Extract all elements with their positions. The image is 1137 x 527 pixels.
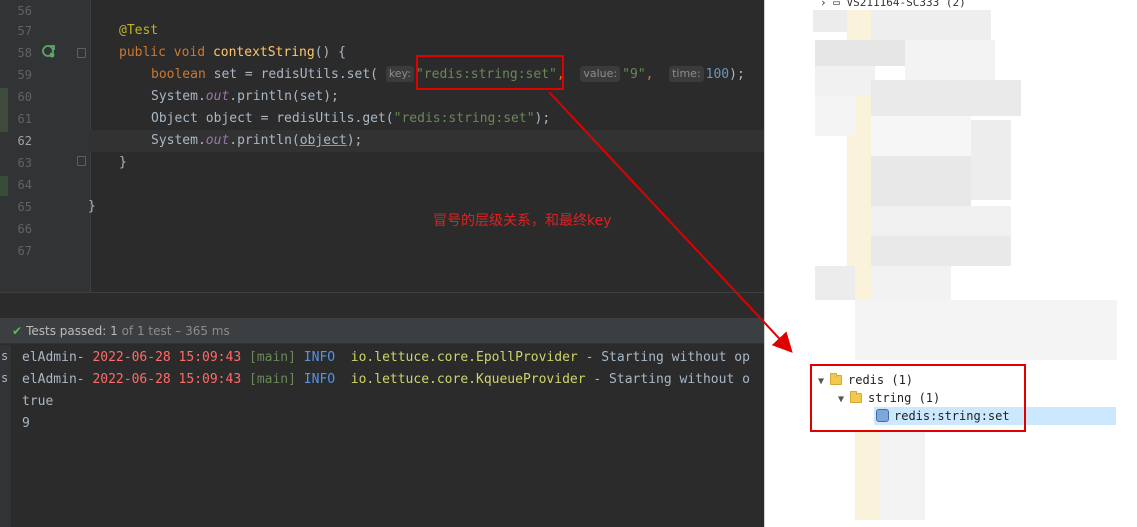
code-line-63: } xyxy=(119,155,127,170)
console-marker: s xyxy=(1,371,9,385)
keyword: boolean xyxy=(151,67,206,82)
method-name: contextString xyxy=(212,45,315,60)
redis-tree-panel xyxy=(764,0,1137,527)
line-number: 58 xyxy=(17,46,32,60)
log-app: elAdmin- xyxy=(22,350,85,365)
test-count: 1 xyxy=(110,324,118,338)
line-number: 57 xyxy=(17,24,32,38)
tree-item-label: VS211164-SC333 (2) xyxy=(846,0,966,9)
code-line-58: public void contextString() { xyxy=(119,42,346,64)
console-output-line: true xyxy=(22,394,54,409)
fold-toggle-icon[interactable] xyxy=(77,156,86,166)
highlight-box-key xyxy=(416,55,564,90)
code-text: , xyxy=(645,67,654,82)
log-message: - Starting without o xyxy=(585,372,750,387)
fold-toggle-icon[interactable] xyxy=(77,48,86,58)
param-hint-key: key: xyxy=(385,66,414,82)
code-line-61: Object object = redisUtils.get("redis:st… xyxy=(151,108,550,130)
number-literal: 100 xyxy=(705,67,730,82)
static-field: out xyxy=(205,89,230,104)
keyword: public xyxy=(119,45,166,60)
blurred-region xyxy=(871,236,1011,266)
blurred-region xyxy=(855,300,1117,360)
line-number: 67 xyxy=(17,244,32,258)
console-log-line: elAdmin- 2022-06-28 15:09:43 [main] INFO… xyxy=(22,369,750,391)
code-text: set = redisUtils.set( xyxy=(205,67,378,82)
blurred-region xyxy=(855,430,879,520)
log-level: INFO xyxy=(303,372,336,387)
code-line-62-current: System.out.println(object); xyxy=(90,130,764,152)
blurred-region xyxy=(815,96,855,136)
highlight-box-tree xyxy=(810,364,1026,432)
blurred-region xyxy=(815,266,855,300)
line-number-current: 62 xyxy=(17,134,32,148)
log-logger: io.lettuce.core.EpollProvider xyxy=(350,350,578,365)
blurred-region xyxy=(871,156,971,206)
blurred-region xyxy=(871,116,971,156)
keyword: void xyxy=(173,45,206,60)
log-timestamp: 2022-06-28 15:09:43 xyxy=(92,372,242,387)
line-number: 59 xyxy=(17,68,32,82)
console-gutter: s s xyxy=(0,345,11,527)
run-test-icon[interactable] xyxy=(42,44,56,58)
console-marker: s xyxy=(1,349,9,363)
line-number: 65 xyxy=(17,200,32,214)
code-text: .println( xyxy=(229,133,300,148)
string-literal: "redis:string:set" xyxy=(393,111,535,126)
check-icon: ✔ xyxy=(12,324,23,338)
code-text: .println(set); xyxy=(229,89,339,104)
tree-item-partial: › ▭ VS211164-SC333 (2) xyxy=(820,0,966,9)
variable-reference[interactable]: object xyxy=(300,133,347,148)
code-text: ); xyxy=(534,111,551,126)
panel-splitter[interactable] xyxy=(0,292,764,316)
code-text: () { xyxy=(314,45,346,60)
blurred-region xyxy=(871,10,991,40)
blurred-region xyxy=(815,40,905,66)
blurred-region xyxy=(971,120,1011,200)
test-annotation: @Test xyxy=(119,23,159,38)
test-status-label: Tests passed: xyxy=(26,324,107,338)
log-thread: [main] xyxy=(249,350,296,365)
code-text: System. xyxy=(151,89,206,104)
code-line-60: System.out.println(set); xyxy=(151,86,339,108)
log-message: - Starting without op xyxy=(577,350,750,365)
console-output[interactable]: s s elAdmin- 2022-06-28 15:09:43 [main] … xyxy=(0,345,764,527)
line-number: 63 xyxy=(17,156,32,170)
log-timestamp: 2022-06-28 15:09:43 xyxy=(92,350,242,365)
param-hint-time: time: xyxy=(669,66,704,82)
param-hint-value: value: xyxy=(580,66,621,82)
blurred-region xyxy=(905,40,995,80)
code-text: System. xyxy=(151,133,206,148)
log-logger: io.lettuce.core.KqueueProvider xyxy=(350,372,586,387)
line-number: 61 xyxy=(17,112,32,126)
code-text: ); xyxy=(729,67,745,82)
line-number: 60 xyxy=(17,90,32,104)
log-level: INFO xyxy=(303,350,336,365)
console-output-line: 9 xyxy=(22,416,30,431)
string-literal: "9" xyxy=(622,67,646,82)
code-line-57: @Test xyxy=(119,20,158,42)
code-editor[interactable]: 56 57 58 59 60 61 62 63 64 65 66 67 @Tes… xyxy=(0,0,764,292)
code-text: Object object = redisUtils.get( xyxy=(151,111,394,126)
code-text: ); xyxy=(346,133,363,148)
log-app: elAdmin- xyxy=(22,372,85,387)
test-detail: of 1 test – 365 ms xyxy=(121,324,230,338)
static-field: out xyxy=(205,133,230,148)
annotation-note: 冒号的层级关系，和最终key xyxy=(433,213,612,229)
editor-gutter: 56 57 58 59 60 61 62 63 64 65 66 67 xyxy=(0,0,106,292)
code-line-65: } xyxy=(88,199,96,214)
line-number: 66 xyxy=(17,222,32,236)
blurred-region xyxy=(815,66,875,96)
console-log-line: elAdmin- 2022-06-28 15:09:43 [main] INFO… xyxy=(22,347,750,369)
ide-panel: 56 57 58 59 60 61 62 63 64 65 66 67 @Tes… xyxy=(0,0,764,527)
test-status-bar: ✔ Tests passed: 1 of 1 test – 365 ms xyxy=(0,318,764,344)
log-thread: [main] xyxy=(249,372,296,387)
line-number: 64 xyxy=(17,178,32,192)
blurred-region xyxy=(871,206,1011,236)
line-number: 56 xyxy=(17,4,32,18)
blurred-region xyxy=(871,80,1021,116)
blurred-region xyxy=(871,266,951,300)
